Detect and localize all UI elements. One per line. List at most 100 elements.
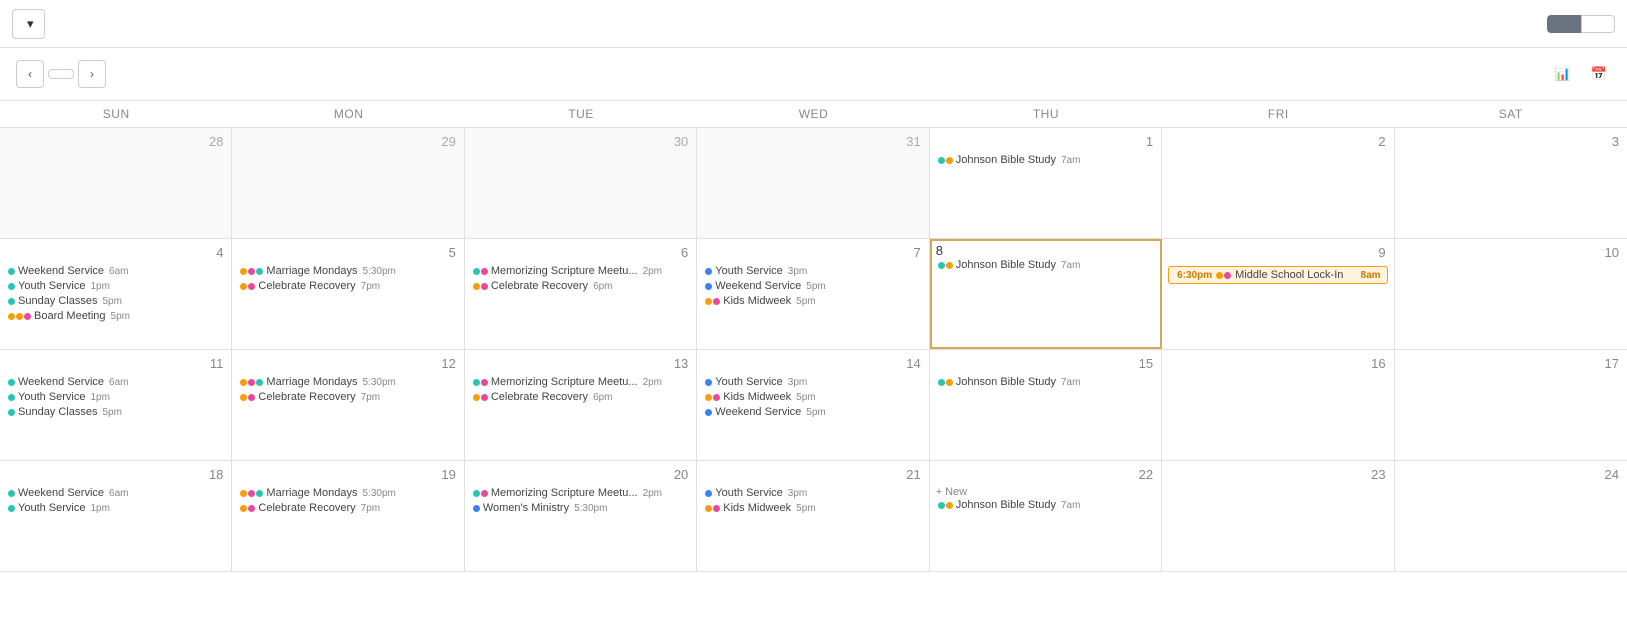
day-cell-7[interactable]: 7Youth Service3pmWeekend Service5pmKids … [697, 239, 929, 349]
day-cell-13[interactable]: 13Memorizing Scripture Meetu...2pmCelebr… [465, 350, 697, 460]
calendar-view-button[interactable] [1547, 15, 1581, 33]
day-cell-1[interactable]: 1Johnson Bible Study7am [930, 128, 1162, 238]
calendar-event[interactable]: Board Meeting5pm [6, 309, 225, 323]
today-button[interactable] [48, 69, 74, 79]
event-dot [705, 283, 712, 290]
day-number-19: 19 [238, 465, 457, 486]
calendar-event[interactable]: Weekend Service5pm [703, 279, 922, 293]
calendar-event[interactable]: Youth Service1pm [6, 390, 225, 404]
month-title [118, 61, 126, 87]
day-number-18: 18 [6, 465, 225, 486]
calendar-event[interactable]: Memorizing Scripture Meetu...2pm [471, 375, 690, 389]
calendar-event[interactable]: Marriage Mondays5:30pm [238, 264, 457, 278]
day-header-wed: WED [697, 101, 929, 127]
calendar-actions: 📊 📅 [1555, 66, 1611, 82]
calendar-event[interactable]: Celebrate Recovery7pm [238, 279, 457, 293]
calendar-event[interactable]: Celebrate Recovery6pm [471, 390, 690, 404]
event-span[interactable]: 6:30pmMiddle School Lock-In8am [1168, 266, 1387, 284]
prev-month-button[interactable]: ‹ [16, 60, 44, 88]
calendar-event[interactable]: Kids Midweek5pm [703, 294, 922, 308]
day-cell-4[interactable]: 4Weekend Service6amYouth Service1pmSunda… [0, 239, 232, 349]
day-cell-31[interactable]: 31 [697, 128, 929, 238]
day-cell-5[interactable]: 5Marriage Mondays5:30pmCelebrate Recover… [232, 239, 464, 349]
day-number-14: 14 [703, 354, 922, 375]
add-new-button[interactable]: + New [936, 486, 1155, 498]
calendar-event[interactable]: Weekend Service6am [6, 264, 225, 278]
calendar-event[interactable]: Sunday Classes5pm [6, 405, 225, 419]
day-cell-23[interactable]: 23 [1162, 461, 1394, 571]
event-dot [8, 490, 15, 497]
run-report-link[interactable]: 📊 [1555, 66, 1575, 82]
calendar-event[interactable]: Weekend Service5pm [703, 405, 922, 419]
share-icon: 📅 [1591, 66, 1607, 82]
day-number-12: 12 [238, 354, 457, 375]
calendar-event[interactable]: Celebrate Recovery7pm [238, 501, 457, 515]
day-cell-11[interactable]: 11Weekend Service6amYouth Service1pmSund… [0, 350, 232, 460]
day-number-2: 2 [1168, 132, 1387, 153]
calendar-event[interactable]: Youth Service3pm [703, 264, 922, 278]
day-cell-22[interactable]: 22+ NewJohnson Bible Study7am [930, 461, 1162, 571]
calendar-event[interactable]: Youth Service1pm [6, 501, 225, 515]
day-cell-10[interactable]: 10 [1395, 239, 1627, 349]
calendar-event[interactable]: Memorizing Scripture Meetu...2pm [471, 486, 690, 500]
day-cell-30[interactable]: 30 [465, 128, 697, 238]
day-cell-15[interactable]: 15Johnson Bible Study7am [930, 350, 1162, 460]
day-cell-24[interactable]: 24 [1395, 461, 1627, 571]
day-number-23: 23 [1168, 465, 1387, 486]
day-cell-12[interactable]: 12Marriage Mondays5:30pmCelebrate Recove… [232, 350, 464, 460]
calendar-event[interactable]: Youth Service3pm [703, 486, 922, 500]
day-number-15: 15 [936, 354, 1155, 375]
calendar-event[interactable]: Weekend Service6am [6, 486, 225, 500]
event-dot [8, 283, 15, 290]
day-cell-19[interactable]: 19Marriage Mondays5:30pmCelebrate Recove… [232, 461, 464, 571]
day-cell-16[interactable]: 16 [1162, 350, 1394, 460]
week-row-1: 4Weekend Service6amYouth Service1pmSunda… [0, 239, 1627, 350]
day-cell-14[interactable]: 14Youth Service3pmKids Midweek5pmWeekend… [697, 350, 929, 460]
calendar-event[interactable]: Memorizing Scripture Meetu...2pm [471, 264, 690, 278]
calendar-event[interactable]: Johnson Bible Study7am [936, 258, 1155, 272]
day-cell-20[interactable]: 20Memorizing Scripture Meetu...2pmWomen'… [465, 461, 697, 571]
calendar-event[interactable]: Celebrate Recovery7pm [238, 390, 457, 404]
day-cell-8[interactable]: 8Johnson Bible Study7am [930, 239, 1162, 349]
day-cell-2[interactable]: 2 [1162, 128, 1394, 238]
calendar-event[interactable]: Youth Service1pm [6, 279, 225, 293]
day-cell-9[interactable]: 96:30pmMiddle School Lock-In8am [1162, 239, 1394, 349]
calendar-grid: SUNMONTUEWEDTHUFRISAT 282930311Johnson B… [0, 101, 1627, 572]
day-cell-21[interactable]: 21Youth Service3pmKids Midweek5pm [697, 461, 929, 571]
day-cell-3[interactable]: 3 [1395, 128, 1627, 238]
calendar-event[interactable]: Marriage Mondays5:30pm [238, 486, 457, 500]
day-cell-6[interactable]: 6Memorizing Scripture Meetu...2pmCelebra… [465, 239, 697, 349]
day-cell-17[interactable]: 17 [1395, 350, 1627, 460]
event-dot [8, 379, 15, 386]
chevron-down-icon: ▾ [27, 16, 34, 32]
event-dot [8, 268, 15, 275]
today-number: 8 [936, 243, 943, 258]
calendar-event[interactable]: Sunday Classes5pm [6, 294, 225, 308]
view-toggle [1547, 15, 1615, 33]
event-dot [705, 409, 712, 416]
day-number-28: 28 [6, 132, 225, 153]
filter-button[interactable]: ▾ [12, 9, 45, 39]
calendar-event[interactable]: Johnson Bible Study7am [936, 375, 1155, 389]
day-cell-29[interactable]: 29 [232, 128, 464, 238]
day-header-thu: THU [930, 101, 1162, 127]
calendar-event[interactable]: Women's Ministry5:30pm [471, 501, 690, 515]
calendar-event[interactable]: Youth Service3pm [703, 375, 922, 389]
calendar-event[interactable]: Weekend Service6am [6, 375, 225, 389]
calendar-event[interactable]: Kids Midweek5pm [703, 501, 922, 515]
day-number-22: 22 [936, 465, 1155, 486]
table-view-button[interactable] [1581, 15, 1615, 33]
share-calendar-link[interactable]: 📅 [1591, 66, 1611, 82]
calendar-event[interactable]: Kids Midweek5pm [703, 390, 922, 404]
calendar-event[interactable]: Marriage Mondays5:30pm [238, 375, 457, 389]
calendar-event[interactable]: Johnson Bible Study7am [936, 498, 1155, 512]
event-dot [8, 298, 15, 305]
day-cell-18[interactable]: 18Weekend Service6amYouth Service1pm [0, 461, 232, 571]
event-dot [705, 379, 712, 386]
filter-input[interactable] [53, 16, 1539, 31]
calendar-event[interactable]: Celebrate Recovery6pm [471, 279, 690, 293]
day-cell-28[interactable]: 28 [0, 128, 232, 238]
calendar-event[interactable]: Johnson Bible Study7am [936, 153, 1155, 167]
day-number-13: 13 [471, 354, 690, 375]
next-month-button[interactable]: › [78, 60, 106, 88]
